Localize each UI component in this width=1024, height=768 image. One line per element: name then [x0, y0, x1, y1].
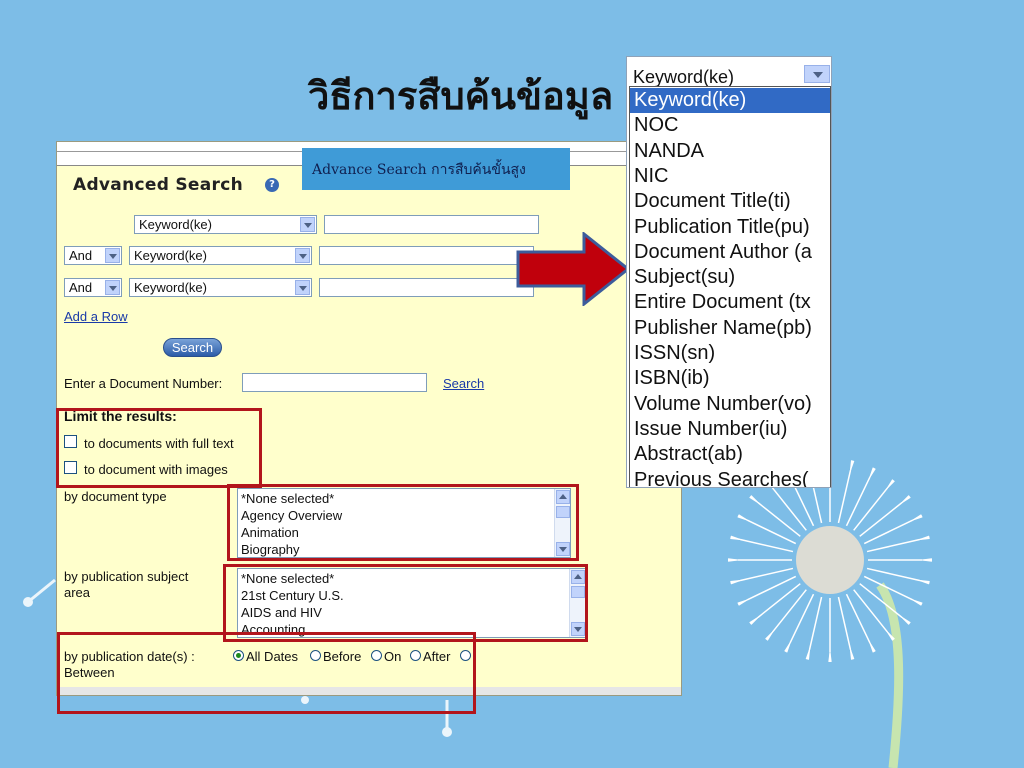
field-dropdown-option[interactable]: Subject(su) [630, 265, 830, 290]
subject-area-label-line2: area [64, 585, 91, 600]
field-dropdown-option[interactable]: Entire Document (tx [630, 290, 830, 315]
field-dropdown-option[interactable]: Document Author (a [630, 240, 830, 265]
field-select-value: Keyword(ke) [139, 217, 212, 232]
limit-results-highlight [56, 408, 262, 488]
search-term-input-row-1[interactable] [324, 215, 539, 234]
document-number-label: Enter a Document Number: [64, 376, 223, 391]
chevron-down-icon[interactable] [804, 65, 830, 83]
field-select-row-3[interactable]: Keyword(ke) [129, 278, 312, 297]
document-type-highlight [227, 484, 579, 561]
field-dropdown-list: Keyword(ke) NOC NANDA NIC Document Title(ti)… [629, 86, 831, 488]
chevron-down-icon [105, 248, 120, 263]
help-icon[interactable]: ? [265, 178, 279, 192]
document-number-input[interactable] [242, 373, 427, 392]
field-select-row-1[interactable]: Keyword(ke) [134, 215, 317, 234]
search-term-input-row-2[interactable] [319, 246, 534, 265]
field-dropdown-option[interactable]: Keyword(ke) [630, 88, 830, 113]
field-dropdown-option[interactable]: Previous Searches( [630, 468, 830, 488]
advanced-search-title: Advanced Search [73, 175, 243, 195]
slide-caption: Advance Search การสืบค้นขั้นสูง [302, 148, 570, 190]
field-dropdown[interactable]: Keyword(ke) Keyword(ke) NOC NANDA NIC Docume… [626, 56, 832, 488]
search-term-input-row-3[interactable] [319, 278, 534, 297]
field-dropdown-option[interactable]: Document Title(ti) [630, 189, 830, 214]
field-dropdown-option[interactable]: ISBN(ib) [630, 366, 830, 391]
chevron-down-icon [105, 280, 120, 295]
subject-area-highlight [223, 564, 588, 642]
field-select-value: Keyword(ke) [134, 248, 207, 263]
operator-value: And [69, 280, 93, 295]
subject-area-label-line1: by publication subject [64, 569, 189, 584]
field-dropdown-option[interactable]: Issue Number(iu) [630, 417, 830, 442]
field-select-value: Keyword(ke) [134, 280, 207, 295]
chevron-down-icon [295, 248, 310, 263]
field-dropdown-option[interactable]: NANDA [630, 139, 830, 164]
field-dropdown-option[interactable]: Publisher Name(pb) [630, 316, 830, 341]
field-select-row-2[interactable]: Keyword(ke) [129, 246, 312, 265]
publication-date-highlight [57, 632, 476, 714]
search-button[interactable]: Search [163, 338, 222, 357]
field-dropdown-option[interactable]: NOC [630, 113, 830, 138]
operator-select-row-2[interactable]: And [64, 246, 122, 265]
field-dropdown-option[interactable]: NIC [630, 164, 830, 189]
slide-title: วิธีการสืบค้นข้อมูล [308, 73, 614, 118]
field-dropdown-option[interactable]: Publication Title(pu) [630, 215, 830, 240]
field-dropdown-value: Keyword(ke) [633, 67, 735, 87]
document-number-search-link[interactable]: Search [443, 376, 484, 391]
chevron-down-icon [295, 280, 310, 295]
chevron-down-icon [300, 217, 315, 232]
field-dropdown-option[interactable]: Volume Number(vo) [630, 392, 830, 417]
pointer-arrow-icon [516, 232, 630, 306]
field-dropdown-option[interactable]: ISSN(sn) [630, 341, 830, 366]
operator-select-row-3[interactable]: And [64, 278, 122, 297]
document-type-label: by document type [64, 489, 167, 504]
operator-value: And [69, 248, 93, 263]
field-dropdown-header[interactable]: Keyword(ke) [627, 57, 831, 87]
field-dropdown-option[interactable]: Abstract(ab) [630, 442, 830, 467]
add-row-link[interactable]: Add a Row [64, 309, 128, 324]
